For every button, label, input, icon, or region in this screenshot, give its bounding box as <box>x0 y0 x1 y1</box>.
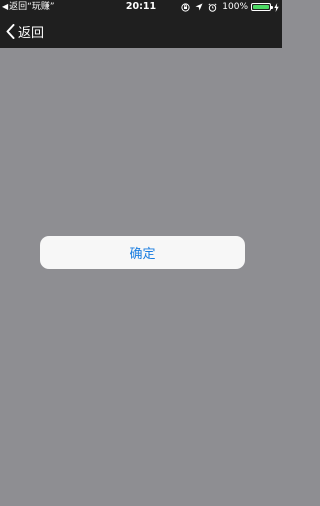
battery-icon <box>251 3 273 11</box>
chevron-left-icon <box>6 23 15 39</box>
confirm-label: 确定 <box>129 247 156 262</box>
alarm-icon <box>208 2 217 12</box>
status-indicators: 100% <box>181 0 279 14</box>
battery-percent: 100% <box>222 2 248 12</box>
charging-icon <box>274 2 279 12</box>
location-icon <box>195 3 203 11</box>
battery-level-fill <box>253 5 269 9</box>
dimmed-overlay <box>0 48 282 506</box>
back-button[interactable]: 返回 <box>6 14 44 48</box>
back-label: 返回 <box>18 25 45 41</box>
navigation-bar: 返回 <box>0 14 282 48</box>
confirm-button[interactable]: 确定 <box>40 236 245 269</box>
orientation-lock-icon <box>181 2 190 12</box>
status-bar: ◀ 返回“玩赚” 20:11 100% <box>0 0 282 14</box>
battery-nub <box>271 6 273 9</box>
